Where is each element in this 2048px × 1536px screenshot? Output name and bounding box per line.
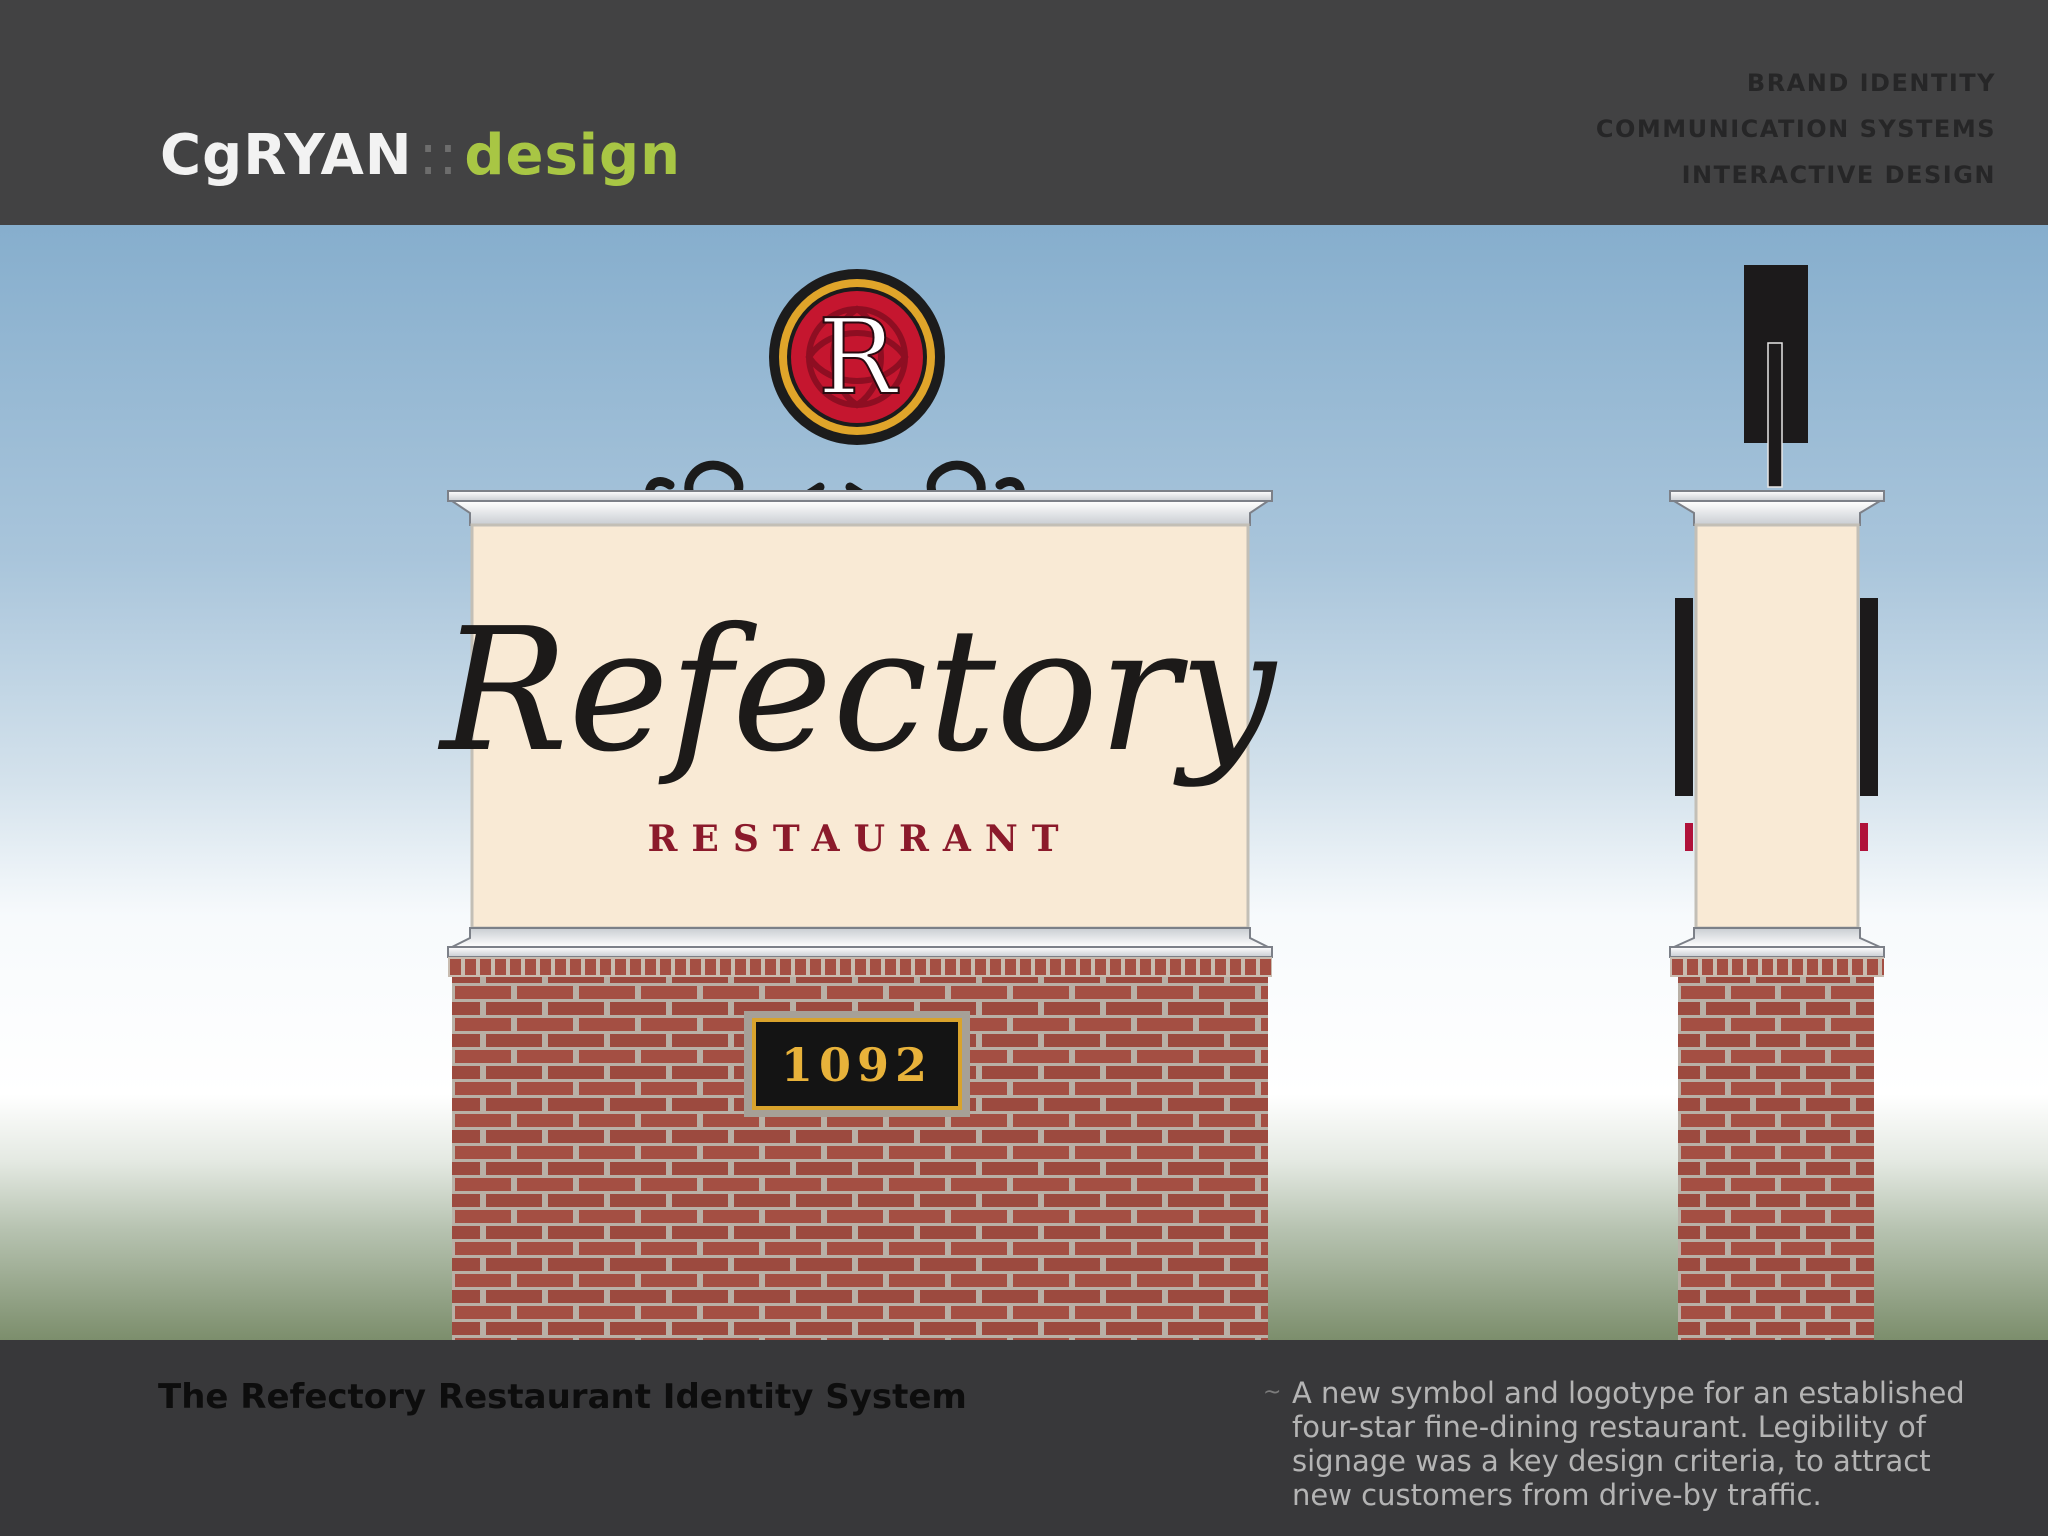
- address-number: 1092: [781, 1038, 933, 1092]
- sign-rendering: R Refectory RESTAURANT 1092: [0, 225, 2048, 1340]
- r-emblem: R: [769, 269, 945, 445]
- address-plaque: 1092: [744, 1011, 970, 1117]
- emblem-letter: R: [818, 296, 899, 418]
- service-communication-systems: COMMUNICATION SYSTEMS: [1595, 115, 1996, 143]
- restaurant-subtitle: RESTAURANT: [647, 818, 1072, 860]
- restaurant-name: Refectory: [437, 592, 1277, 790]
- services-list: BRAND IDENTITY COMMUNICATION SYSTEMS INT…: [1596, 60, 1996, 198]
- logo-separator: ::: [418, 123, 459, 188]
- logo-part-ryan: RYAN: [243, 123, 413, 188]
- service-brand-identity: BRAND IDENTITY: [1746, 69, 1996, 97]
- cgryan-design-logo[interactable]: CgRYAN:: design: [160, 128, 681, 184]
- service-interactive-design: INTERACTIVE DESIGN: [1681, 161, 1996, 189]
- header-bar: CgRYAN:: design BRAND IDENTITY COMMUNICAT…: [0, 0, 2048, 225]
- footer-bar: The Refectory Restaurant Identity System…: [0, 1340, 2048, 1536]
- project-title: The Refectory Restaurant Identity System: [158, 1377, 967, 1417]
- sign-cabinet: Refectory RESTAURANT: [437, 490, 1278, 958]
- description-bullet: ~: [1263, 1380, 1282, 1405]
- logo-part-design: design: [464, 123, 681, 188]
- project-description: A new symbol and logotype for an establi…: [1292, 1376, 1965, 1512]
- logo-part-cg: Cg: [160, 123, 244, 188]
